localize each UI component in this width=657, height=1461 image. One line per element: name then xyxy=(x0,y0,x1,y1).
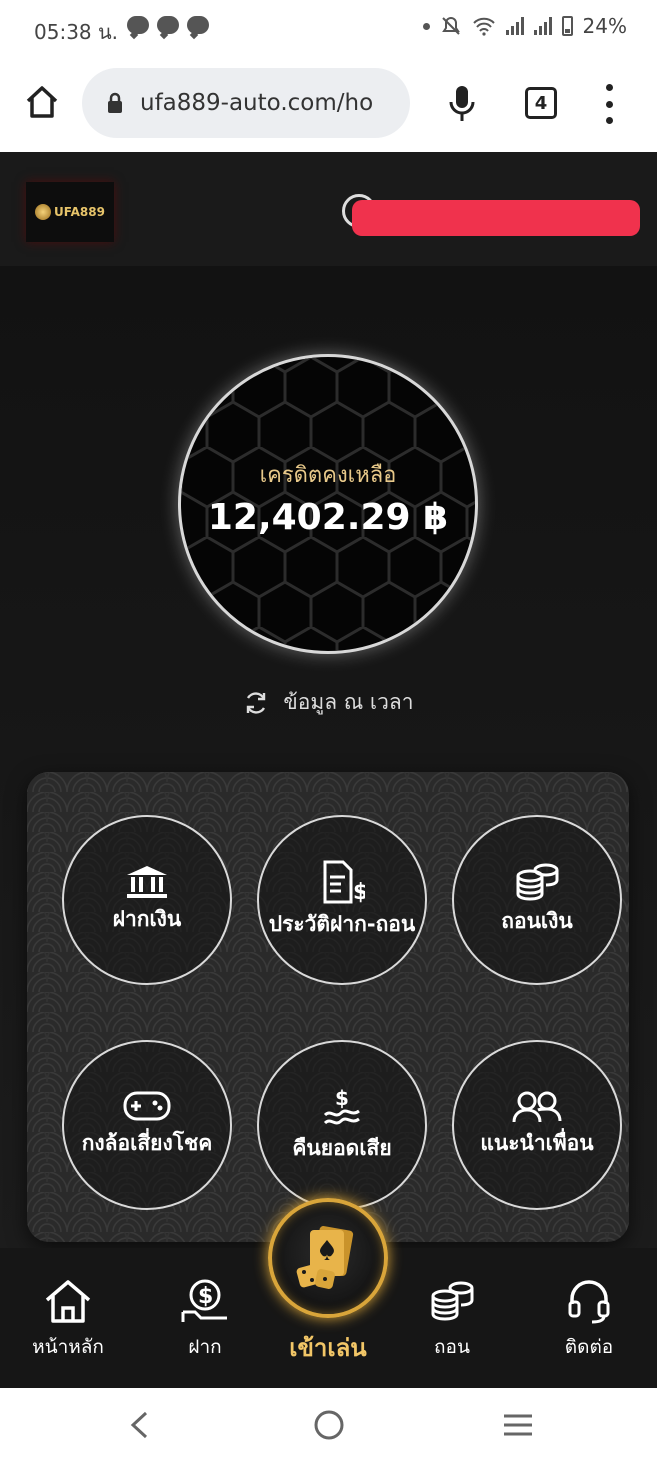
nav-home-label: หน้าหลัก xyxy=(32,1336,104,1358)
lock-icon xyxy=(108,92,122,113)
quick-menu-panel: ฝากเงิน $ ประวัติฝาก-ถอน ถอนเงิน กงล้อเส… xyxy=(27,772,629,1242)
logo-text: UFA889 xyxy=(54,205,105,219)
battery-percent: 24% xyxy=(582,14,627,38)
url-bar[interactable]: ufa889-auto.com/ho xyxy=(82,68,410,138)
withdraw-button[interactable]: ถอนเงิน xyxy=(452,815,622,985)
bottom-navigation: หน้าหลัก $ ฝาก เข้าเล่น ถอน ติดต่อ xyxy=(0,1198,657,1388)
home-icon xyxy=(45,1280,91,1323)
tab-switcher-button[interactable]: 4 xyxy=(525,87,557,119)
deposit-button[interactable]: ฝากเงิน xyxy=(62,815,232,985)
nav-contact[interactable]: ติดต่อ xyxy=(529,1278,649,1362)
overflow-menu-icon[interactable] xyxy=(603,84,615,124)
svg-text:$: $ xyxy=(335,1086,349,1110)
url-text: ufa889-auto.com/ho xyxy=(140,90,374,116)
balance-label: เครดิตคงเหลือ xyxy=(259,463,397,488)
svg-text:$: $ xyxy=(198,1284,213,1309)
balance-card: เครดิตคงเหลือ 12,402.29 ฿ xyxy=(178,354,478,654)
refresh-icon xyxy=(247,691,266,714)
status-right: 24% xyxy=(422,14,627,38)
refresh-balance[interactable]: ข้อมูล ณ เวลา xyxy=(0,686,657,719)
cashback-button[interactable]: $ คืนยอดเสีย xyxy=(257,1040,427,1210)
svg-text:$: $ xyxy=(353,880,365,905)
cards-dice-icon xyxy=(296,1226,354,1289)
coins-icon xyxy=(431,1281,474,1321)
back-icon[interactable] xyxy=(126,1410,152,1440)
referral-button[interactable]: แนะนำเพื่อน xyxy=(452,1040,622,1210)
signal-icon xyxy=(533,17,552,35)
home-icon[interactable] xyxy=(22,82,62,122)
mute-icon xyxy=(441,16,460,35)
nav-withdraw[interactable]: ถอน xyxy=(392,1278,512,1362)
cashback-label: คืนยอดเสีย xyxy=(292,1136,392,1161)
main-content: เครดิตคงเหลือ 12,402.29 ฿ ข้อมูล ณ เวลา … xyxy=(0,266,657,1248)
recents-icon[interactable] xyxy=(502,1412,534,1438)
notification-icons xyxy=(127,16,209,34)
nav-withdraw-label: ถอน xyxy=(434,1336,470,1358)
gamepad-icon xyxy=(123,1091,171,1121)
history-label: ประวัติฝาก-ถอน xyxy=(268,912,416,937)
home-circle-icon[interactable] xyxy=(312,1408,346,1442)
history-button[interactable]: $ ประวัติฝาก-ถอน xyxy=(257,815,427,985)
signal-icon xyxy=(505,17,524,35)
refresh-text: ข้อมูล ณ เวลา xyxy=(283,690,414,714)
line-icon xyxy=(187,16,209,34)
nav-deposit-label: ฝาก xyxy=(188,1336,222,1358)
coins-icon xyxy=(516,863,559,901)
bank-icon xyxy=(127,866,167,899)
deposit-label: ฝากเงิน xyxy=(112,907,182,932)
status-time: 05:38 น. xyxy=(34,20,119,44)
status-bar: 05:38 น. 24% xyxy=(0,0,657,56)
lucky-wheel-label: กงล้อเสี่ยงโชค xyxy=(81,1131,213,1156)
money-deposit-icon: $ xyxy=(181,1279,227,1322)
battery-icon xyxy=(561,16,573,36)
withdraw-label: ถอนเงิน xyxy=(501,909,573,934)
line-icon xyxy=(127,16,149,34)
money-hand-icon: $ xyxy=(323,1086,360,1125)
nav-contact-label: ติดต่อ xyxy=(564,1336,614,1358)
wifi-icon xyxy=(472,17,495,36)
site-header: UFA889 xyxy=(0,152,657,266)
dot-icon xyxy=(422,22,430,30)
users-icon xyxy=(512,1091,562,1123)
browser-toolbar: ufa889-auto.com/ho 4 xyxy=(0,56,657,152)
referral-label: แนะนำเพื่อน xyxy=(480,1131,594,1156)
play-button[interactable] xyxy=(268,1198,388,1318)
document-dollar-icon: $ xyxy=(323,860,365,905)
tab-count: 4 xyxy=(534,92,548,114)
logo-mark-icon xyxy=(35,204,52,220)
balance-value: 12,402.29 ฿ xyxy=(207,497,449,538)
site-logo[interactable]: UFA889 xyxy=(26,182,114,242)
redacted-username xyxy=(352,200,640,236)
nav-home[interactable]: หน้าหลัก xyxy=(8,1278,128,1362)
chat-icon xyxy=(157,16,179,34)
system-navigation-bar xyxy=(0,1388,657,1461)
headset-icon xyxy=(568,1280,610,1324)
play-label: เข้าเล่น xyxy=(289,1334,367,1362)
microphone-icon[interactable] xyxy=(446,84,478,124)
lucky-wheel-button[interactable]: กงล้อเสี่ยงโชค xyxy=(62,1040,232,1210)
